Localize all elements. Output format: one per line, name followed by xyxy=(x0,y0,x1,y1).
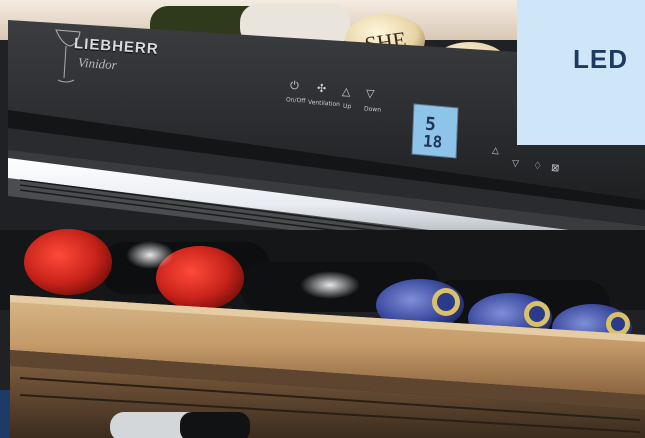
down-icon: ▽ xyxy=(365,87,375,101)
up-icon: △ xyxy=(341,85,351,99)
power-button-label: On/Off xyxy=(285,96,306,105)
right-down-button[interactable]: ▽ xyxy=(512,158,520,169)
led-badge-text: LED xyxy=(573,44,628,74)
power-icon: ⏻ xyxy=(289,79,300,93)
down-icon: ▽ xyxy=(511,157,520,169)
corner-accent xyxy=(0,390,10,438)
fan-icon: ✣ xyxy=(316,82,327,96)
light-button[interactable]: ♢ xyxy=(533,161,543,173)
up-button-label: Up xyxy=(342,102,352,111)
lock-icon: ⊠ xyxy=(550,162,560,175)
wine-cabinet-photo: SHE SHE xyxy=(0,0,645,438)
down-button-label: Down xyxy=(363,105,382,114)
fan-button[interactable]: ✣ xyxy=(317,82,327,96)
right-up-button[interactable]: △ xyxy=(492,145,500,156)
model-name: Vinidor xyxy=(77,54,118,73)
display-bottom-value: 18 xyxy=(422,131,443,152)
up-icon: △ xyxy=(491,144,500,156)
temp-up-button[interactable]: △ xyxy=(342,85,351,99)
lock-button[interactable]: ⊠ xyxy=(551,163,560,175)
power-button[interactable]: ⏻ xyxy=(290,80,300,94)
temp-down-button[interactable]: ▽ xyxy=(366,87,375,101)
light-icon: ♢ xyxy=(532,160,543,173)
